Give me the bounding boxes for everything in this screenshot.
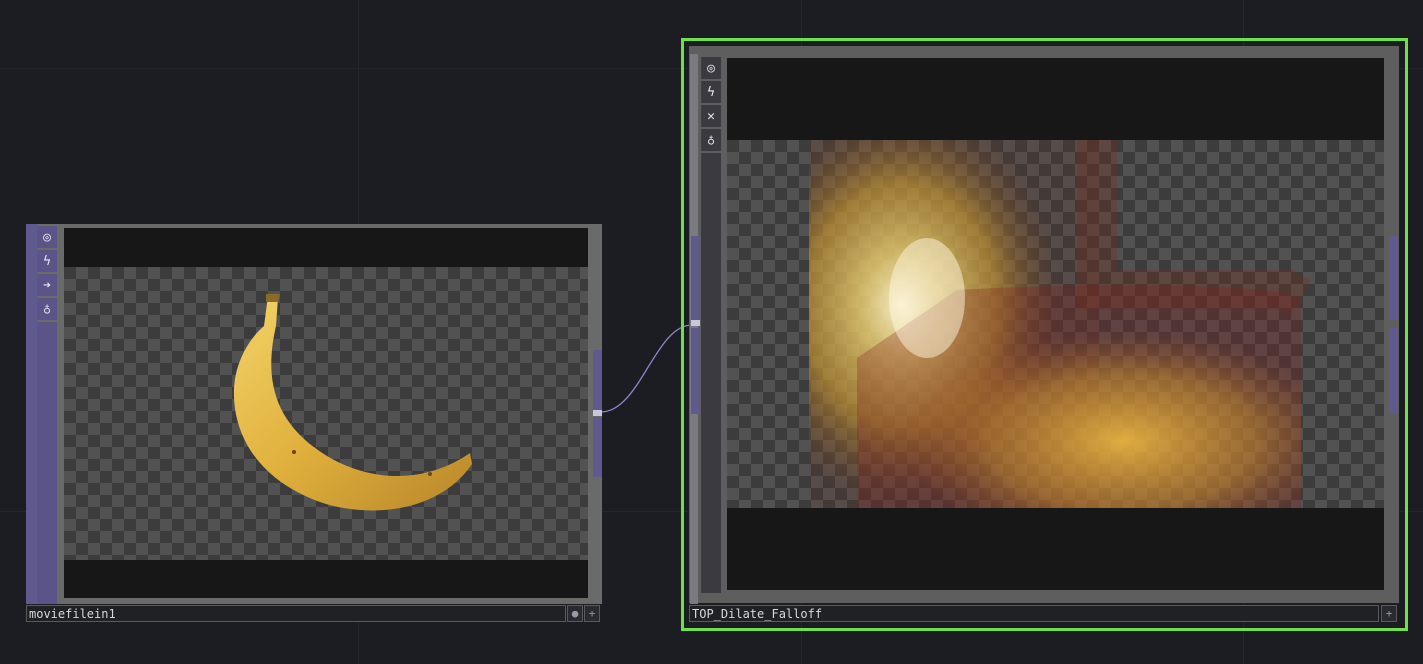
dilated-banana-image (809, 140, 1311, 508)
input-connector-handle[interactable] (691, 320, 700, 326)
node-flags: ◎ ϟ ✕ ♁ (701, 57, 721, 593)
bypass-icon[interactable]: ϟ (37, 250, 57, 272)
input-connector[interactable] (593, 350, 602, 410)
input-connector-2[interactable] (691, 328, 700, 414)
node-left-strip (26, 224, 37, 604)
dilate-falloff-node[interactable]: ◎ ϟ ✕ ♁ TOP_Dilate_Falloff + (681, 38, 1408, 631)
lock-icon[interactable]: ♁ (701, 129, 721, 151)
node-name-label[interactable]: moviefilein1 (26, 605, 566, 622)
viewer-icon[interactable]: ◎ (37, 226, 57, 248)
node-viewer[interactable] (64, 228, 588, 598)
viewer-icon[interactable]: ◎ (701, 57, 721, 79)
banana-image (233, 294, 472, 511)
output-connector[interactable] (1389, 236, 1398, 320)
node-viewer[interactable] (727, 58, 1384, 590)
arrow-right-icon[interactable]: ➔ (37, 274, 57, 296)
lock-icon[interactable]: ♁ (37, 298, 57, 320)
input-connector[interactable] (691, 236, 700, 320)
output-connector-2[interactable] (1389, 328, 1398, 414)
output-connector-handle[interactable] (593, 410, 602, 416)
close-icon[interactable]: ✕ (701, 105, 721, 127)
add-icon[interactable]: + (1381, 605, 1397, 622)
output-connector[interactable] (593, 417, 602, 477)
node-flags: ◎ ϟ ➔ ♁ (37, 226, 57, 604)
color-dot-icon[interactable]: ● (567, 605, 583, 622)
add-icon[interactable]: + (584, 605, 600, 622)
moviefilein-node[interactable]: ◎ ϟ ➔ ♁ moviefilein1 ● + (26, 224, 602, 622)
bypass-icon[interactable]: ϟ (701, 81, 721, 103)
node-name-label[interactable]: TOP_Dilate_Falloff (689, 605, 1379, 622)
